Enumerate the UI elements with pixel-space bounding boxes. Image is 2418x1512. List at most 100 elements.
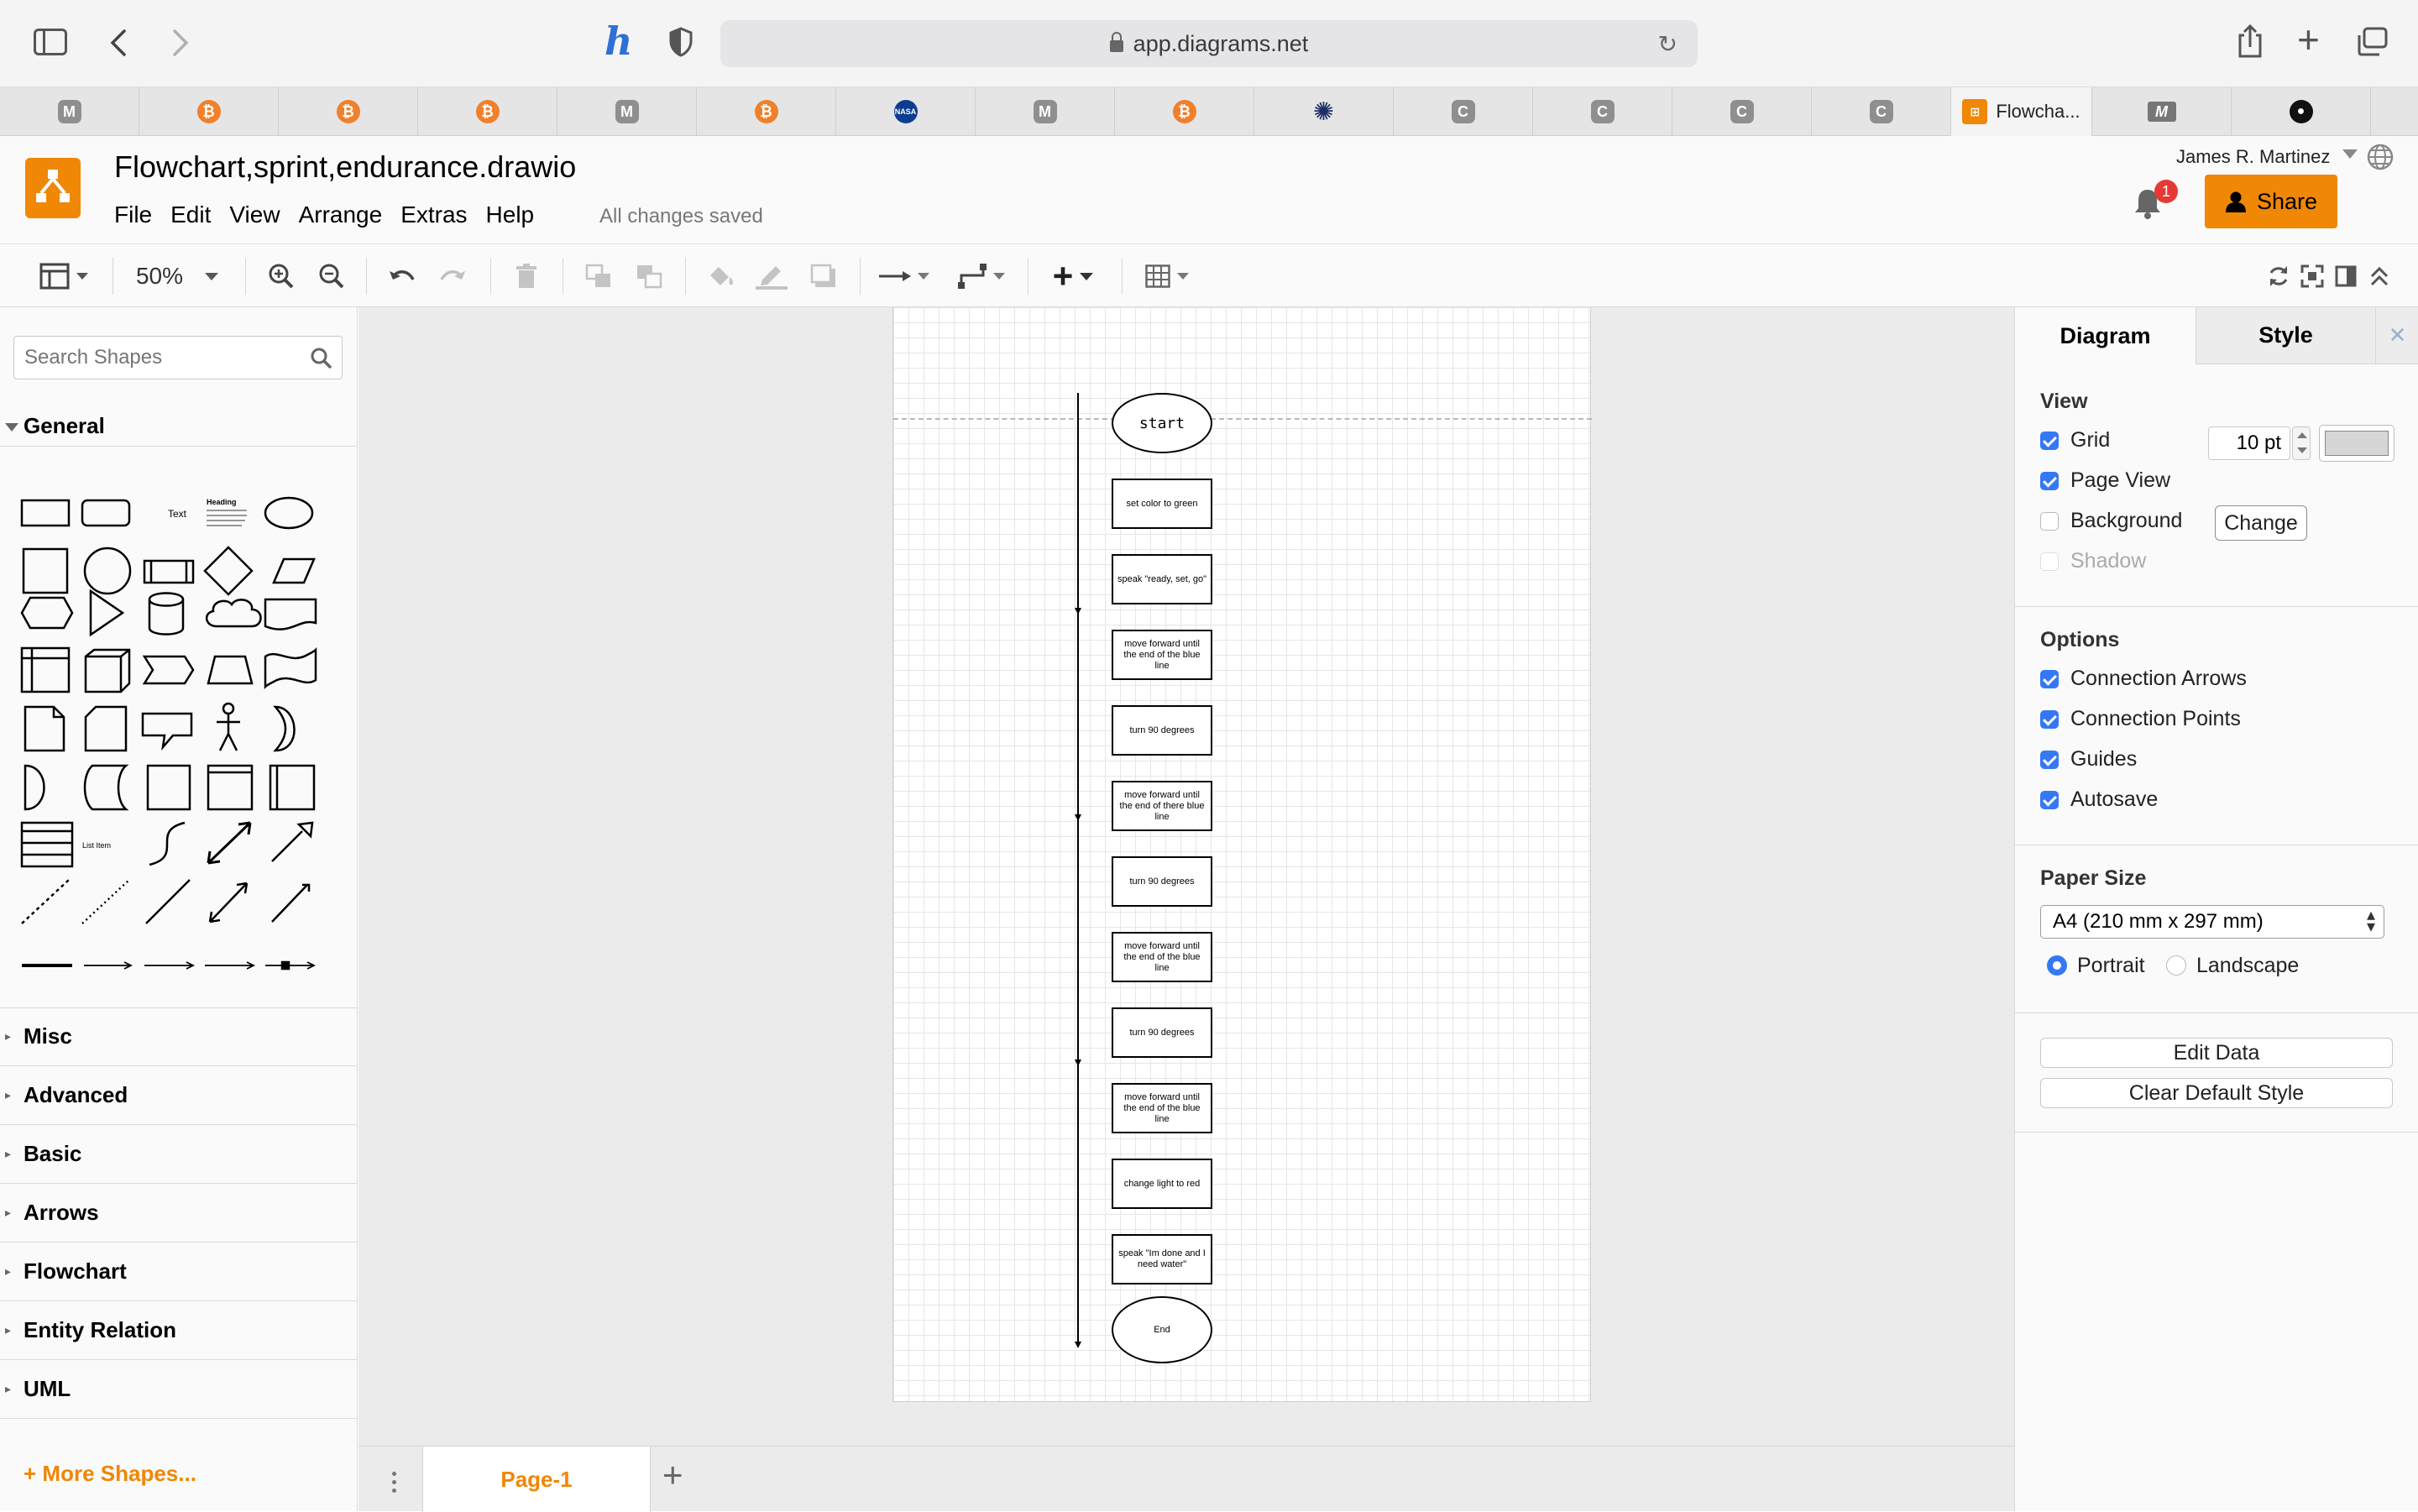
flow-connector[interactable] [893, 307, 1592, 1402]
table-button[interactable] [1135, 244, 1199, 308]
close-panel-icon[interactable]: ✕ [2375, 307, 2418, 364]
waypoints-button[interactable] [950, 244, 1013, 308]
edit-data-button[interactable]: Edit Data [2040, 1038, 2393, 1068]
shape-frame[interactable] [146, 764, 191, 811]
shape-labeled-connector[interactable] [144, 961, 196, 970]
shape-tape[interactable] [264, 646, 317, 690]
menu-file[interactable]: File [114, 201, 152, 228]
redo-button[interactable] [433, 244, 472, 308]
browser-tab[interactable]: M [2092, 87, 2232, 136]
undo-button[interactable] [383, 244, 421, 308]
process-node[interactable]: move forward until the end of the blue l… [1112, 630, 1212, 680]
shape-circle[interactable] [83, 547, 132, 595]
shape-arrow[interactable] [271, 821, 314, 862]
browser-tab[interactable]: M [557, 87, 697, 136]
shape-delay[interactable] [24, 764, 45, 811]
connection-arrows-checkbox[interactable] [2040, 670, 2059, 688]
view-layout-button[interactable] [30, 244, 97, 308]
browser-tab[interactable]: M [0, 87, 139, 136]
autosave-checkbox[interactable] [2040, 791, 2059, 809]
page-menu-icon[interactable] [392, 1472, 397, 1494]
tab-overview-icon[interactable] [2356, 27, 2388, 57]
shape-text[interactable]: Text [168, 508, 187, 520]
back-icon[interactable] [107, 29, 131, 57]
fill-color-button[interactable] [702, 244, 741, 308]
shape-list[interactable] [20, 821, 74, 868]
start-node[interactable]: start [1112, 393, 1212, 453]
format-panel-button[interactable] [2329, 244, 2363, 308]
forward-icon[interactable] [168, 29, 191, 57]
paper-size-select[interactable]: A4 (210 mm x 297 mm) ▴ ▾ [2040, 905, 2384, 939]
landscape-radio[interactable] [2166, 955, 2186, 976]
process-node[interactable]: change light to red [1112, 1159, 1212, 1209]
menu-help[interactable]: Help [486, 201, 535, 228]
browser-tab[interactable]: M [976, 87, 1115, 136]
sidebar-toggle-icon[interactable] [34, 29, 67, 55]
general-section-header[interactable]: General [0, 406, 358, 447]
shape-triangle[interactable] [89, 589, 125, 637]
shape-list-item[interactable]: List Item [82, 841, 111, 850]
shape-or[interactable] [273, 705, 296, 752]
tab-style[interactable]: Style [2196, 307, 2375, 364]
browser-tab[interactable]: ₿ [139, 87, 279, 136]
to-front-button[interactable] [579, 244, 618, 308]
zoom-out-button[interactable] [314, 244, 349, 308]
hypothesis-extension-icon[interactable]: h [604, 18, 632, 64]
shape-parallelogram[interactable] [272, 557, 316, 584]
browser-tab[interactable]: ₿ [418, 87, 557, 136]
section-misc[interactable]: ▸ Misc [0, 1007, 358, 1066]
page-view-checkbox[interactable] [2040, 472, 2059, 490]
shape-curve[interactable] [149, 821, 186, 866]
share-page-icon[interactable] [2237, 24, 2264, 59]
process-node[interactable]: speak "Im done and I need water" [1112, 1234, 1212, 1284]
drawio-logo[interactable] [25, 158, 81, 218]
shape-dotted-line[interactable] [81, 879, 130, 924]
shape-actor[interactable] [217, 702, 240, 751]
shape-directional-line[interactable] [271, 883, 311, 923]
grid-color-swatch[interactable] [2319, 425, 2394, 462]
change-background-button[interactable]: Change [2215, 505, 2307, 541]
browser-tab-active[interactable]: ⊞ Flowcha... [1951, 87, 2092, 136]
process-node[interactable]: turn 90 degrees [1112, 1007, 1212, 1058]
process-node[interactable]: move forward until the end of the blue l… [1112, 1083, 1212, 1133]
shape-rectangle[interactable] [20, 499, 71, 527]
shape-document[interactable] [264, 598, 317, 630]
shape-diamond[interactable] [203, 546, 254, 596]
search-shapes-box[interactable] [13, 336, 343, 379]
browser-tab[interactable]: NASA [836, 87, 976, 136]
clear-default-style-button[interactable]: Clear Default Style [2040, 1078, 2393, 1108]
to-back-button[interactable] [630, 244, 668, 308]
process-node[interactable]: speak "ready, set, go" [1112, 554, 1212, 604]
menu-edit[interactable]: Edit [170, 201, 211, 228]
general-shapes-palette[interactable]: Text Heading List Item [8, 484, 344, 987]
menu-view[interactable]: View [229, 201, 280, 228]
shape-note[interactable] [24, 705, 65, 752]
browser-tab[interactable]: C [1672, 87, 1812, 136]
zoom-in-button[interactable] [264, 244, 299, 308]
shape-dashed-line[interactable] [21, 879, 70, 924]
process-node[interactable]: move forward until the end of the blue l… [1112, 932, 1212, 982]
guides-checkbox[interactable] [2040, 751, 2059, 769]
diagram-canvas[interactable]: start set color to green speak "ready, set… [359, 307, 2014, 1446]
process-node[interactable]: turn 90 degrees [1112, 856, 1212, 907]
shape-square[interactable] [22, 547, 69, 594]
connection-points-checkbox[interactable] [2040, 710, 2059, 729]
end-node[interactable]: End [1112, 1296, 1212, 1363]
browser-tab[interactable]: C [1533, 87, 1672, 136]
browser-tab[interactable]: ₿ [279, 87, 418, 136]
user-dropdown-icon[interactable] [2342, 149, 2358, 159]
diagram-title[interactable]: Flowchart,sprint,endurance.drawio [114, 149, 576, 185]
shape-cube[interactable] [84, 648, 131, 693]
shape-card[interactable] [84, 705, 128, 752]
diagram-page[interactable]: start set color to green speak "ready, set… [892, 307, 1592, 1402]
zoom-select[interactable]: 50% [124, 244, 230, 308]
section-advanced[interactable]: ▸ Advanced [0, 1066, 358, 1125]
language-globe-icon[interactable] [2366, 143, 2394, 171]
shape-labeled-connector-2[interactable] [205, 961, 256, 970]
page-tab-page-1[interactable]: Page-1 [422, 1447, 651, 1512]
shape-connector-arrow[interactable] [84, 961, 133, 970]
tab-diagram[interactable]: Diagram [2015, 307, 2196, 364]
shadow-button[interactable] [804, 244, 843, 308]
section-arrows[interactable]: ▸ Arrows [0, 1184, 358, 1243]
process-node[interactable]: move forward until the end of there blue… [1112, 781, 1212, 831]
